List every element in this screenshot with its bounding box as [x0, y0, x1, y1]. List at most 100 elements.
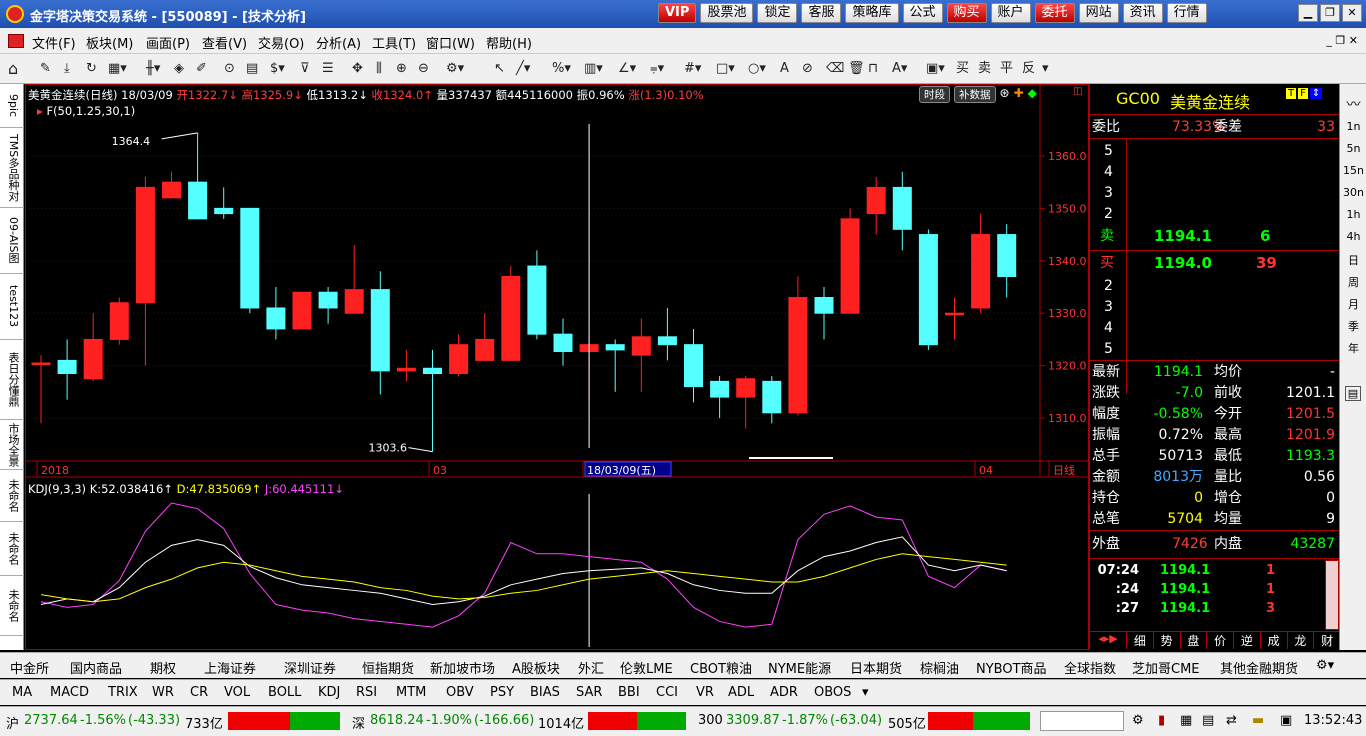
chart-area[interactable]: 美黄金连续(日线) 18/03/09 开1322.7↓ 高1325.9↓ 低13… — [25, 84, 1089, 650]
indicator-more-icon[interactable]: ▾ — [862, 685, 869, 700]
market-tab-15[interactable]: 全球指数 — [1064, 658, 1116, 677]
download-icon[interactable]: ⤓ — [64, 61, 70, 77]
indicator-tab-bbi[interactable]: BBI — [618, 685, 640, 700]
period-7[interactable]: 周 — [1340, 274, 1366, 290]
minimize-icon[interactable]: ▁ — [1298, 4, 1318, 22]
t-badge[interactable]: T — [1286, 88, 1297, 99]
menu-item-3[interactable]: 查看(V) — [202, 33, 247, 52]
color-icon[interactable]: A▾ — [892, 61, 907, 77]
period-0[interactable]: 1n — [1340, 120, 1366, 133]
market-tab-6[interactable]: 新加坡市场 — [430, 658, 495, 677]
mdi-controls[interactable]: _ ❐ ✕ — [1326, 34, 1358, 47]
indicator-tab-adl[interactable]: ADL — [728, 685, 754, 700]
vbar-icon[interactable]: ⫼ — [376, 61, 382, 77]
left-tab-4[interactable]: 表日分懂鼎 — [0, 340, 24, 420]
ticks-scrollbar[interactable] — [1325, 560, 1339, 630]
market-tab-3[interactable]: 上海证券 — [204, 658, 256, 677]
zoom-out-icon[interactable]: ⊖ — [418, 61, 429, 77]
indicator-tab-kdj[interactable]: KDJ — [318, 685, 340, 700]
settings-icon[interactable]: ⚙▾ — [446, 61, 464, 77]
toolbar-more-icon[interactable]: ▾ — [1042, 61, 1049, 77]
indicator-tab-macd[interactable]: MACD — [50, 685, 89, 700]
market-tab-2[interactable]: 期权 — [150, 658, 176, 677]
period-2[interactable]: 15n — [1340, 164, 1366, 177]
market-tab-14[interactable]: NYBOT商品 — [976, 658, 1047, 677]
layout-icon[interactable]: ▤ — [1345, 386, 1361, 401]
top-button-10[interactable]: 资讯 — [1122, 3, 1163, 23]
indicator-tab-psy[interactable]: PSY — [490, 685, 514, 700]
indicator-tab-vol[interactable]: VOL — [224, 685, 250, 700]
market-tab-11[interactable]: NYME能源 — [768, 658, 831, 677]
left-tab-6[interactable]: 未命名 — [0, 470, 24, 522]
link-icon[interactable]: ⇄ — [1226, 713, 1237, 728]
market-tab-12[interactable]: 日本期货 — [850, 658, 902, 677]
doc2-icon[interactable]: ▤ — [246, 61, 258, 77]
left-tab-7[interactable]: 未命名 — [0, 522, 24, 576]
market-tab-0[interactable]: 中金所 — [10, 658, 49, 677]
diamond-icon[interactable]: ◈ — [174, 61, 184, 77]
market-tab-16[interactable]: 芝加哥CME — [1132, 658, 1200, 677]
rect-icon[interactable]: □▾ — [716, 61, 735, 77]
left-tab-5[interactable]: 市场全景 — [0, 420, 24, 470]
scroll-icon[interactable]: ⇕ — [1309, 88, 1323, 99]
f-badge[interactable]: F — [1298, 88, 1308, 99]
menu-item-4[interactable]: 交易(O) — [258, 33, 304, 52]
erase-icon[interactable]: ⊘ — [802, 61, 813, 77]
sell-button[interactable]: 卖 — [978, 61, 991, 77]
indicator-tab-obv[interactable]: OBV — [446, 685, 474, 700]
top-button-5[interactable]: 公式 — [902, 3, 943, 23]
pen-icon[interactable]: ✎ — [40, 61, 51, 77]
market-tab-17[interactable]: 其他金融期货 — [1220, 658, 1298, 677]
period-5[interactable]: 4h — [1340, 230, 1366, 243]
period-4[interactable]: 1h — [1340, 208, 1366, 221]
market-tab-4[interactable]: 深圳证券 — [284, 658, 336, 677]
python-icon[interactable]: ⚙ — [1132, 713, 1144, 728]
top-button-2[interactable]: 锁定 — [757, 3, 798, 23]
menu-item-0[interactable]: 文件(F) — [32, 33, 76, 52]
quote-tab-3[interactable]: 价 — [1206, 632, 1233, 649]
quote-tab-0[interactable]: 细 — [1126, 632, 1153, 649]
period-1[interactable]: 5n — [1340, 142, 1366, 155]
money-icon[interactable]: ▬ — [1252, 713, 1264, 728]
top-button-6[interactable]: 购买 — [946, 3, 987, 23]
indicator-tab-bias[interactable]: BIAS — [530, 685, 560, 700]
quote-tab-2[interactable]: 盘 — [1179, 632, 1207, 649]
period-3[interactable]: 30n — [1340, 186, 1366, 199]
period-10[interactable]: 年 — [1340, 340, 1366, 356]
market-settings-icon[interactable]: ⚙▾ — [1316, 658, 1334, 673]
line-chart-icon[interactable]: 〰 — [1340, 94, 1366, 114]
indicator-tab-cci[interactable]: CCI — [656, 685, 678, 700]
market-tab-1[interactable]: 国内商品 — [70, 658, 122, 677]
home-icon[interactable]: ⌂ — [8, 61, 18, 77]
top-button-4[interactable]: 策略库 — [845, 3, 899, 23]
reverse-button[interactable]: 反 — [1022, 61, 1035, 77]
quote-tab-arrows[interactable]: ◂▸▶ — [1090, 632, 1126, 649]
indicator-tab-rsi[interactable]: RSI — [356, 685, 377, 700]
indicator-tab-adr[interactable]: ADR — [770, 685, 798, 700]
command-input[interactable] — [1040, 711, 1124, 731]
quote-tab-5[interactable]: 成 — [1259, 632, 1287, 649]
top-button-11[interactable]: 行情 — [1166, 3, 1207, 23]
filter-icon[interactable]: ⊽ — [300, 61, 310, 77]
market-tab-8[interactable]: 外汇 — [578, 658, 604, 677]
menu-item-6[interactable]: 工具(T) — [372, 33, 416, 52]
left-tab-1[interactable]: TMS多品种对 — [0, 128, 24, 208]
grid-icon[interactable]: ▦▾ — [108, 61, 127, 77]
close-icon[interactable]: ✕ — [1342, 4, 1362, 22]
indicator-tab-ma[interactable]: MA — [12, 685, 32, 700]
eraser2-icon[interactable]: ⌫ — [826, 61, 844, 77]
buy-button[interactable]: 买 — [956, 61, 969, 77]
indicator-tab-obos[interactable]: OBOS — [814, 685, 851, 700]
period-8[interactable]: 月 — [1340, 296, 1366, 312]
left-tab-8[interactable]: 未命名 — [0, 576, 24, 636]
top-button-3[interactable]: 客服 — [801, 3, 842, 23]
indicator-tab-sar[interactable]: SAR — [576, 685, 602, 700]
quote-tab-4[interactable]: 逆 — [1233, 632, 1260, 649]
text-icon[interactable]: A — [780, 61, 789, 77]
indicator-tab-mtm[interactable]: MTM — [396, 685, 426, 700]
line-tool-icon[interactable]: ╱▾ — [516, 61, 530, 77]
menu-item-8[interactable]: 帮助(H) — [486, 33, 532, 52]
top-button-0[interactable]: VIP — [658, 3, 697, 23]
play-icon[interactable]: ⊙ — [224, 61, 235, 77]
period-6[interactable]: 日 — [1340, 252, 1366, 268]
